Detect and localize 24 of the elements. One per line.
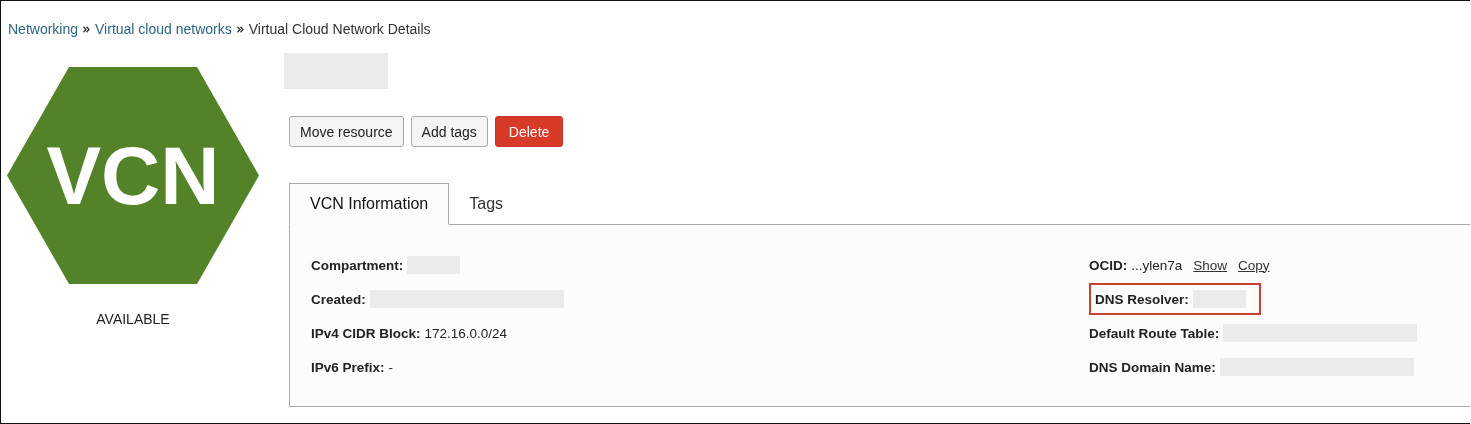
field-label: DNS Resolver:: [1095, 291, 1189, 307]
field-value: 172.16.0.0/24: [424, 325, 508, 341]
text-link[interactable]: Show: [1193, 257, 1228, 273]
breadcrumb-link[interactable]: Networking: [8, 21, 79, 37]
breadcrumb-current: Virtual Cloud Network Details: [248, 21, 431, 37]
tab[interactable]: VCN Information: [289, 183, 450, 225]
action-button[interactable]: Move resource: [289, 116, 404, 147]
field-label: IPv6 Prefix:: [311, 359, 385, 375]
chevron-icon: [236, 25, 244, 33]
field-value: ...ylen7a: [1131, 257, 1183, 273]
field-label: IPv4 CIDR Block:: [311, 325, 421, 341]
breadcrumb-link[interactable]: Virtual cloud networks: [95, 21, 232, 37]
status-label: AVAILABLE: [96, 311, 170, 327]
chevron-icon: [83, 25, 91, 33]
text-link[interactable]: Copy: [1238, 257, 1270, 273]
field-label: Created:: [311, 291, 366, 307]
field-label: Compartment:: [311, 257, 404, 273]
field-value: -: [388, 359, 394, 375]
field-label: DNS Domain Name:: [1089, 359, 1216, 375]
field-label: Default Route Table:: [1089, 325, 1220, 341]
action-button[interactable]: Add tags: [410, 116, 488, 147]
badge-label: VCN: [45, 134, 221, 217]
delete-button[interactable]: Delete: [494, 116, 564, 147]
field-label: OCID:: [1089, 257, 1128, 273]
